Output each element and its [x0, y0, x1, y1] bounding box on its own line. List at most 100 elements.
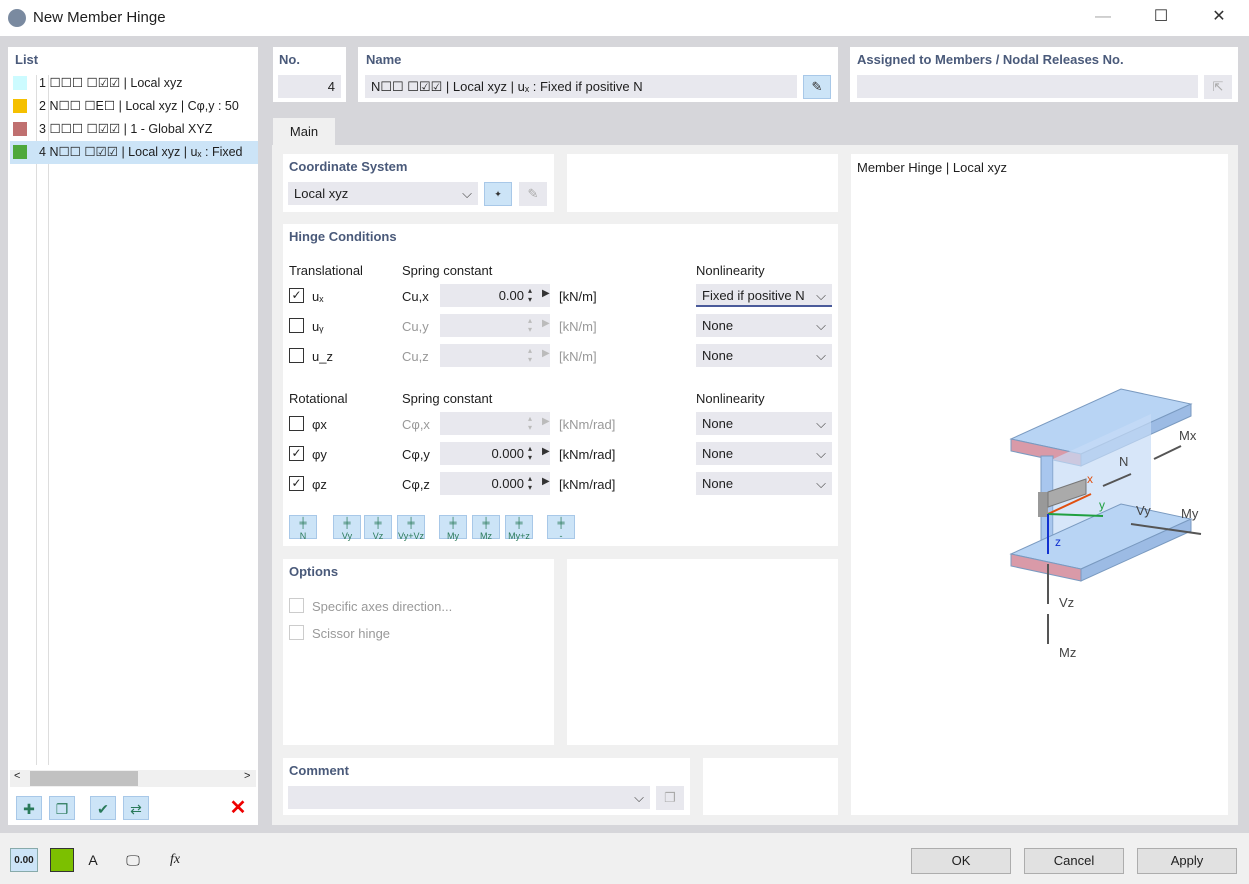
spring-symbol: Cu,x — [402, 289, 429, 304]
color-button[interactable] — [50, 848, 74, 872]
preset-label: Vz — [372, 531, 384, 541]
color-swatch — [13, 98, 27, 113]
delete-icon[interactable]: ✕ — [225, 796, 251, 820]
spinner-icon[interactable]: ▴ ▾ — [528, 444, 532, 462]
check-all-icon[interactable]: ✔ — [90, 796, 116, 820]
cancel-button[interactable]: Cancel — [1024, 848, 1124, 874]
app-icon — [8, 9, 26, 27]
hinge-checkbox[interactable] — [289, 348, 304, 363]
play-arrow-icon[interactable]: ▶ — [542, 416, 550, 427]
nonlinearity-dropdown[interactable]: None ⌵ — [696, 314, 832, 337]
comment-library-icon[interactable]: ❐ — [656, 786, 684, 810]
copy-item-icon[interactable]: ❐ — [49, 796, 75, 820]
play-arrow-icon[interactable]: ▶ — [542, 288, 550, 299]
name-field[interactable]: N☐☐ ☐☑☑ | Local xyz | uₓ : Fixed if posi… — [365, 75, 797, 98]
hinge-checkbox[interactable] — [289, 318, 304, 333]
hinge-checkbox[interactable]: ✓ — [289, 446, 304, 461]
coordinate-system-dropdown[interactable]: Local xyz ⌵ — [288, 182, 478, 205]
play-arrow-icon[interactable]: ▶ — [542, 348, 550, 359]
units-button[interactable]: 0.00 — [10, 848, 38, 872]
nonlinearity-dropdown[interactable]: None ⌵ — [696, 344, 832, 367]
preset-button[interactable]: ╪ Vy — [333, 515, 361, 541]
text-color-icon[interactable]: A — [80, 848, 106, 872]
scroll-thumb[interactable] — [30, 771, 138, 786]
spinner-icon[interactable]: ▴ ▾ — [528, 414, 532, 432]
release-icon: ╪ — [343, 518, 351, 529]
pick-members-icon[interactable]: ⇱ — [1204, 75, 1232, 99]
play-arrow-icon[interactable]: ▶ — [542, 446, 550, 457]
play-arrow-icon[interactable]: ▶ — [542, 318, 550, 329]
preset-button[interactable]: ╪ N — [289, 515, 317, 541]
display-icon[interactable]: 🖵 — [120, 848, 146, 872]
spring-constant-input[interactable]: 0.000 — [440, 442, 550, 465]
chevron-down-icon: ⌵ — [816, 288, 826, 303]
dof-label: φz — [312, 477, 327, 492]
spinner-icon[interactable]: ▴ ▾ — [528, 286, 532, 304]
spinner-icon[interactable]: ▴ ▾ — [528, 474, 532, 492]
spring-symbol: Cφ,x — [402, 417, 430, 432]
chevron-down-icon: ⌵ — [634, 790, 644, 805]
scroll-left-icon[interactable]: < — [14, 770, 20, 782]
new-item-icon[interactable]: ✚ — [16, 796, 42, 820]
dof-label: φx — [312, 417, 327, 432]
force-vy-label: Vy — [1136, 503, 1151, 518]
scroll-right-icon[interactable]: > — [244, 770, 250, 782]
item-code: ☐☐☐ ☐☑☑ — [49, 76, 121, 90]
axis-x-label: x — [1087, 472, 1093, 486]
nonlinearity-dropdown[interactable]: None ⌵ — [696, 442, 832, 465]
formula-icon[interactable]: fx — [162, 848, 188, 872]
spring-constant-label: Spring constant — [402, 263, 493, 278]
comment-dropdown[interactable]: ⌵ — [288, 786, 650, 809]
preset-button[interactable]: ╪ Vy+Vz — [397, 515, 425, 541]
check-toggle-icon[interactable]: ⇄ — [123, 796, 149, 820]
release-icon: ╪ — [407, 518, 415, 529]
list-item[interactable]: 4 N☐☐ ☐☑☑ | Local xyz | uₓ : Fixed — [10, 141, 258, 164]
specific-axes-checkbox[interactable] — [289, 598, 304, 613]
preset-label: My — [447, 531, 459, 541]
hinge-checkbox[interactable]: ✓ — [289, 288, 304, 303]
minimize-button[interactable]: — — [1080, 0, 1126, 36]
play-arrow-icon[interactable]: ▶ — [542, 476, 550, 487]
nonlinearity-dropdown[interactable]: None ⌵ — [696, 412, 832, 435]
assigned-field[interactable] — [857, 75, 1198, 98]
horizontal-scrollbar[interactable]: < > — [10, 770, 256, 787]
hinge-checkbox[interactable]: ✓ — [289, 476, 304, 491]
hinge-conditions-panel: Hinge Conditions Translational Spring co… — [283, 224, 838, 546]
spring-constant-input[interactable]: 0.000 — [440, 472, 550, 495]
edit-coordinate-system-icon[interactable]: ✎ — [519, 182, 547, 206]
preset-button[interactable]: ╪ - — [547, 515, 575, 541]
nonlinearity-dropdown[interactable]: None ⌵ — [696, 472, 832, 495]
spring-constant-input[interactable]: 0.00 — [440, 284, 550, 307]
spinner-icon[interactable]: ▴ ▾ — [528, 346, 532, 364]
unit-label: [kNm/rad] — [559, 417, 616, 432]
spinner-icon[interactable]: ▴ ▾ — [528, 316, 532, 334]
item-code: ☐☐☐ ☐☑☑ — [49, 122, 121, 136]
hinge-checkbox[interactable] — [289, 416, 304, 431]
ok-button[interactable]: OK — [911, 848, 1011, 874]
title-bar: New Member Hinge — ☐ ✕ — [0, 0, 1249, 36]
nonlinearity-dropdown[interactable]: Fixed if positive N ⌵ — [696, 284, 832, 307]
preset-button[interactable]: ╪ Vz — [364, 515, 392, 541]
list-item[interactable]: 2 N☐☐ ☐E☐ | Local xyz | Cφ,y : 50 — [10, 95, 258, 118]
edit-name-icon[interactable]: ✎ — [803, 75, 831, 99]
list-item[interactable]: 3 ☐☐☐ ☐☑☑ | 1 - Global XYZ — [10, 118, 258, 141]
color-swatch — [13, 144, 27, 159]
tab-main[interactable]: Main — [273, 118, 335, 146]
spring-constant-input[interactable] — [440, 412, 550, 435]
scissor-hinge-checkbox[interactable] — [289, 625, 304, 640]
hinge-conditions-label: Hinge Conditions — [289, 229, 397, 244]
maximize-button[interactable]: ☐ — [1138, 0, 1184, 36]
apply-button[interactable]: Apply — [1137, 848, 1237, 874]
close-button[interactable]: ✕ — [1196, 0, 1242, 36]
list-item[interactable]: 1 ☐☐☐ ☐☑☑ | Local xyz — [10, 72, 258, 95]
preset-button[interactable]: ╪ My+z — [505, 515, 533, 541]
preset-button[interactable]: ╪ My — [439, 515, 467, 541]
preset-button[interactable]: ╪ Mz — [472, 515, 500, 541]
spring-constant-input[interactable] — [440, 344, 550, 367]
new-coordinate-system-icon[interactable]: ✦ — [484, 182, 512, 206]
spring-constant-input[interactable] — [440, 314, 550, 337]
preset-label: Vy+Vz — [398, 531, 424, 541]
number-field[interactable]: 4 — [278, 75, 341, 98]
release-icon: ╪ — [557, 518, 565, 529]
empty-panel-2 — [567, 559, 838, 745]
